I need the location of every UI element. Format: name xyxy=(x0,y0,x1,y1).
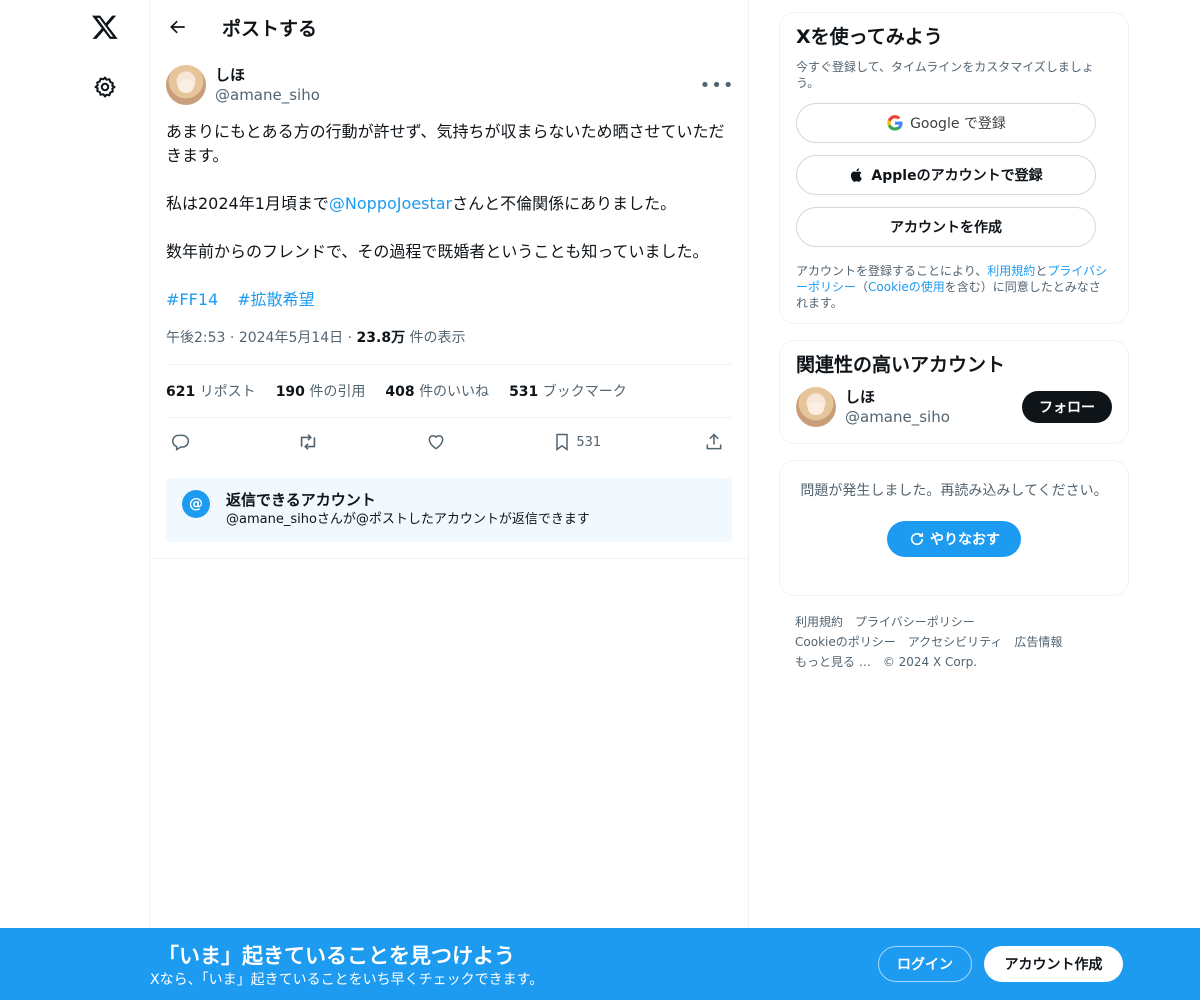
reply-restriction-notice: @ 返信できるアカウント @amane_sihoさんが@ポストしたアカウントが返… xyxy=(166,478,732,542)
footer-accessibility-link[interactable]: アクセシビリティ xyxy=(908,635,1003,649)
related-accounts-card: 関連性の高いアカウント しほ @amane_siho フォロー xyxy=(779,340,1129,444)
share-icon[interactable] xyxy=(704,432,728,452)
likes-stat[interactable]: 408 件のいいね xyxy=(385,381,489,401)
suggested-account-names: しほ @amane_siho xyxy=(845,387,950,427)
views-count: 23.8万 xyxy=(356,330,406,346)
author-names: しほ @amane_siho xyxy=(215,65,320,105)
suggested-name[interactable]: しほ xyxy=(845,387,950,407)
signup-title: Xを使ってみよう xyxy=(796,26,943,48)
post-stats: 621 リポスト 190 件の引用 408 件のいいね 531 ブックマーク xyxy=(166,364,732,418)
like-icon[interactable] xyxy=(426,432,450,452)
footer-cookie-link[interactable]: Cookieのポリシー xyxy=(795,635,896,649)
bookmark-icon[interactable]: 531 xyxy=(552,432,601,452)
cookie-link[interactable]: Cookieの使用 xyxy=(868,280,945,294)
post-text-segment: 私は2024年1月頃まで xyxy=(166,194,329,213)
footer-more-link[interactable]: もっと見る … xyxy=(795,655,871,669)
post: しほ @amane_siho ••• あまりにもとある方の行動が許せず、気持ちが… xyxy=(150,65,748,559)
google-icon xyxy=(887,115,903,131)
post-paragraph: 私は2024年1月頃まで@NoppoJoestarさんと不倫関係にありました。 xyxy=(166,192,734,216)
at-sign-icon: @ xyxy=(182,490,210,518)
copyright: © 2024 X Corp. xyxy=(882,655,978,669)
x-logo-icon[interactable] xyxy=(82,4,128,50)
reposts-stat[interactable]: 621 リポスト xyxy=(166,381,256,401)
reply-restriction-text: 返信できるアカウント @amane_sihoさんが@ポストしたアカウントが返信で… xyxy=(226,490,590,530)
footer-ads-link[interactable]: 広告情報 xyxy=(1014,635,1062,649)
post-actions: 531 xyxy=(166,418,732,466)
post-text: あまりにもとある方の行動が許せず、気持ちが収まらないため晒させていただきます。 … xyxy=(166,120,734,264)
hashtag-link[interactable]: #FF14 xyxy=(166,290,218,309)
quotes-stat[interactable]: 190 件の引用 xyxy=(276,381,366,401)
footer-links: 利用規約 プライバシーポリシー Cookieのポリシー アクセシビリティ 広告情報 も… xyxy=(779,612,1129,672)
footer-terms-link[interactable]: 利用規約 xyxy=(795,615,843,629)
post-meta: 午後2:53 · 2024年5月14日 · 23.8万 件の表示 xyxy=(166,330,466,346)
avatar[interactable] xyxy=(166,65,206,105)
views-label: 件の表示 xyxy=(409,330,466,346)
refresh-icon xyxy=(910,532,924,546)
post-paragraph: 数年前からのフレンドで、その過程で既婚者ということも知っていました。 xyxy=(166,242,709,261)
post-date[interactable]: 2024年5月14日 xyxy=(239,330,343,346)
author-handle[interactable]: @amane_siho xyxy=(215,85,320,105)
footer-privacy-link[interactable]: プライバシーポリシー xyxy=(855,615,975,629)
hashtag-link[interactable]: #拡散希望 xyxy=(237,290,314,309)
author-name[interactable]: しほ xyxy=(215,65,320,85)
hashtags: #FF14 #拡散希望 xyxy=(166,288,732,312)
gear-icon[interactable] xyxy=(82,64,128,110)
main-column: ポストする しほ @amane_siho ••• あまりにもとある方の行動が許せ… xyxy=(149,0,749,1000)
terms-link[interactable]: 利用規約 xyxy=(987,264,1035,278)
error-message: 問題が発生しました。再読み込みしてください。 xyxy=(800,483,1108,499)
post-author: しほ @amane_siho ••• xyxy=(166,65,734,105)
apple-icon xyxy=(851,168,863,182)
retry-button[interactable]: やりなおす xyxy=(887,521,1021,557)
apple-signup-button[interactable]: Appleのアカウントで登録 xyxy=(796,155,1096,195)
error-card: 問題が発生しました。再読み込みしてください。 やりなおす xyxy=(779,460,1129,596)
back-arrow-icon[interactable] xyxy=(158,7,198,47)
page-header: ポストする xyxy=(150,0,748,54)
related-title: 関連性の高いアカウント xyxy=(796,354,1006,376)
repost-icon[interactable] xyxy=(297,431,323,453)
reply-icon[interactable] xyxy=(170,432,194,452)
bookmark-count: 531 xyxy=(576,434,602,450)
reply-restriction-title: 返信できるアカウント xyxy=(226,491,376,509)
post-time[interactable]: 午後2:53 xyxy=(166,330,225,346)
more-options-icon[interactable]: ••• xyxy=(700,70,734,100)
follow-button[interactable]: フォロー xyxy=(1022,391,1112,423)
reply-restriction-description: @amane_sihoさんが@ポストしたアカウントが返信できます xyxy=(226,512,590,527)
right-sidebar: Xを使ってみよう 今すぐ登録して、タイムラインをカスタマイズしましょう。 Goo… xyxy=(779,0,1129,672)
signup-card: Xを使ってみよう 今すぐ登録して、タイムラインをカスタマイズしましょう。 Goo… xyxy=(779,12,1129,324)
avatar[interactable] xyxy=(796,387,836,427)
page-title: ポストする xyxy=(222,17,318,40)
signup-banner: 「いま」起きていることを見つけよう Xなら、「いま」起きていることをいち早くチェ… xyxy=(0,928,1200,1000)
signup-subtitle: 今すぐ登録して、タイムラインをカスタマイズしましょう。 xyxy=(796,60,1094,90)
post-paragraph: あまりにもとある方の行動が許せず、気持ちが収まらないため晒させていただきます。 xyxy=(166,122,725,165)
banner-subtitle: Xなら、「いま」起きていることをいち早くチェックできます。 xyxy=(150,972,544,988)
post-text-segment: さんと不倫関係にありました。 xyxy=(452,194,677,213)
login-button[interactable]: ログイン xyxy=(878,946,972,982)
create-account-button[interactable]: アカウントを作成 xyxy=(796,207,1096,247)
banner-create-account-button[interactable]: アカウント作成 xyxy=(984,946,1123,982)
suggested-handle[interactable]: @amane_siho xyxy=(845,407,950,427)
signup-legal-text: アカウントを登録することにより、利用規約とプライバシーポリシー（Cookieの使… xyxy=(796,264,1108,310)
left-nav xyxy=(60,0,150,1000)
suggested-account[interactable]: しほ @amane_siho フォロー xyxy=(796,387,1112,427)
bookmarks-stat[interactable]: 531 ブックマーク xyxy=(509,381,627,401)
banner-title: 「いま」起きていることを見つけよう xyxy=(158,944,515,968)
mention-link[interactable]: @NoppoJoestar xyxy=(329,194,452,213)
google-signup-button[interactable]: Google で登録 xyxy=(796,103,1096,143)
